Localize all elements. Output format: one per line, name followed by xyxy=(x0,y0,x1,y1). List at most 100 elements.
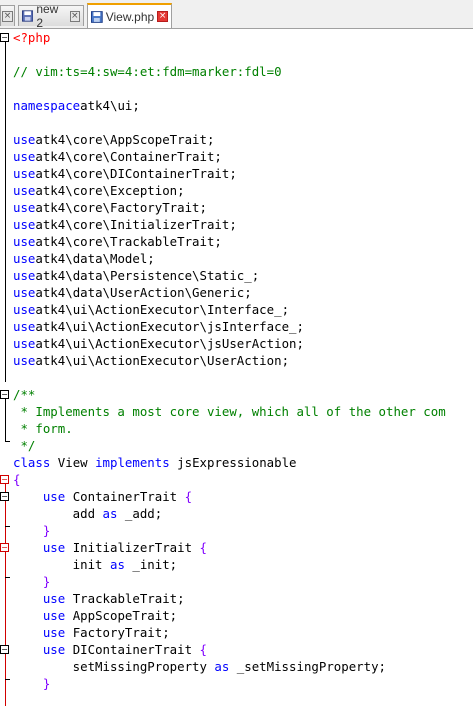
code-token: /** xyxy=(13,387,36,402)
code-line: useatk4\core\InitializerTrait; xyxy=(13,216,473,233)
code-token: use xyxy=(42,591,66,606)
code-token: { xyxy=(184,489,193,504)
code-line: use AppScopeTrait; xyxy=(13,607,473,624)
code-line: useatk4\ui\ActionExecutor\jsInterface_; xyxy=(13,318,473,335)
fold-collapse-icon[interactable]: − xyxy=(0,543,9,552)
code-token: use xyxy=(13,268,36,283)
close-icon[interactable]: × xyxy=(2,10,13,22)
code-token: use xyxy=(42,608,66,623)
code-line: useatk4\core\TrackableTrait; xyxy=(13,233,473,250)
code-line: useatk4\core\Exception; xyxy=(13,182,473,199)
fold-collapse-icon[interactable]: − xyxy=(0,645,9,654)
code-line: */ xyxy=(13,437,473,454)
code-token: use xyxy=(42,540,66,555)
code-token: atk4\ui\ActionExecutor\jsUserAction; xyxy=(35,336,304,351)
code-token: namespace xyxy=(13,98,81,113)
code-token: atk4\data\UserAction\Generic; xyxy=(35,285,252,300)
code-line: useatk4\data\UserAction\Generic; xyxy=(13,284,473,301)
code-token: use xyxy=(13,217,36,232)
code-token: atk4\ui; xyxy=(80,98,140,113)
code-token: atk4\core\ContainerTrait; xyxy=(35,149,222,164)
code-token: } xyxy=(42,574,51,589)
code-line: // vim:ts=4:sw=4:et:fdm=marker:fdl=0 xyxy=(13,63,473,80)
code-token: use xyxy=(42,625,66,640)
code-line: { xyxy=(13,471,473,488)
code-token: atk4\ui\ActionExecutor\Interface_; xyxy=(35,302,290,317)
code-line: use FactoryTrait; xyxy=(13,624,473,641)
code-token: setMissingProperty xyxy=(13,659,215,674)
tab-bar: × new 2 × View.php × xyxy=(0,0,473,30)
fold-line xyxy=(5,484,6,706)
code-token: use xyxy=(13,132,36,147)
code-token: * form. xyxy=(13,421,73,436)
close-icon[interactable]: × xyxy=(69,10,80,22)
code-token: */ xyxy=(13,438,36,453)
code-token: atk4\core\DIContainerTrait; xyxy=(35,166,237,181)
code-line: useatk4\ui\ActionExecutor\Interface_; xyxy=(13,301,473,318)
code-line: } xyxy=(13,573,473,590)
code-token: atk4\core\TrackableTrait; xyxy=(35,234,222,249)
code-token: { xyxy=(199,540,207,555)
code-token: use xyxy=(13,166,36,181)
code-line: useatk4\core\DIContainerTrait; xyxy=(13,165,473,182)
fold-collapse-icon[interactable]: − xyxy=(0,475,9,484)
code-token: { xyxy=(13,472,21,487)
code-token: atk4\ui\ActionExecutor\UserAction; xyxy=(35,353,290,368)
fold-margin: − − − − − − xyxy=(0,29,11,706)
code-token: use xyxy=(42,642,66,657)
code-token: as xyxy=(214,659,230,674)
fold-line xyxy=(5,399,6,441)
code-token: use xyxy=(13,149,36,164)
code-token: DIContainerTrait xyxy=(65,642,200,657)
code-line: use ContainerTrait { xyxy=(13,488,473,505)
code-token: use xyxy=(13,251,36,266)
code-token: atk4\core\Exception; xyxy=(35,183,185,198)
tab-label: View.php xyxy=(105,9,155,24)
code-token: init xyxy=(13,557,110,572)
code-line: use InitializerTrait { xyxy=(13,539,473,556)
fold-collapse-icon[interactable]: − xyxy=(0,492,9,501)
code-line: useatk4\core\FactoryTrait; xyxy=(13,199,473,216)
code-line: useatk4\data\Persistence\Static_; xyxy=(13,267,473,284)
tab-view-php[interactable]: View.php × xyxy=(87,3,172,28)
code-line: class View implements jsExpressionable xyxy=(13,454,473,471)
fold-collapse-icon[interactable]: − xyxy=(0,33,9,42)
code-token: } xyxy=(42,676,51,691)
fold-end-tick xyxy=(5,441,10,442)
code-token: } xyxy=(42,523,51,538)
code-token: jsExpressionable xyxy=(169,455,297,470)
code-token: use xyxy=(13,353,36,368)
code-line: setMissingProperty as _setMissingPropert… xyxy=(13,658,473,675)
code-editor[interactable]: <?php // vim:ts=4:sw=4:et:fdm=marker:fdl=… xyxy=(13,29,473,692)
code-token: as xyxy=(109,557,125,572)
code-token: <?php xyxy=(13,30,51,45)
fold-end-tick xyxy=(5,679,10,680)
code-token: add xyxy=(13,506,103,521)
close-icon[interactable]: × xyxy=(157,11,168,22)
tab-partial[interactable]: × xyxy=(0,5,15,26)
code-token: AppScopeTrait; xyxy=(65,608,178,623)
code-line: use TrackableTrait; xyxy=(13,590,473,607)
code-token: atk4\core\AppScopeTrait; xyxy=(35,132,215,147)
tab-new-2[interactable]: new 2 × xyxy=(18,2,84,30)
code-line: useatk4\core\ContainerTrait; xyxy=(13,148,473,165)
code-token: TrackableTrait; xyxy=(65,591,185,606)
fold-end-tick xyxy=(5,526,10,527)
code-token: _setMissingProperty; xyxy=(229,659,386,674)
code-token: atk4\data\Persistence\Static_; xyxy=(35,268,260,283)
fold-collapse-icon[interactable]: − xyxy=(0,390,9,399)
code-token: * Implements a most core view, which all… xyxy=(13,404,446,419)
code-line: } xyxy=(13,522,473,539)
code-token: class xyxy=(13,455,51,470)
code-token: atk4\data\Model; xyxy=(35,251,155,266)
tab-label: new 2 xyxy=(36,2,59,30)
fold-end-tick xyxy=(5,577,10,578)
code-token: { xyxy=(199,642,207,657)
code-token: as xyxy=(102,506,118,521)
